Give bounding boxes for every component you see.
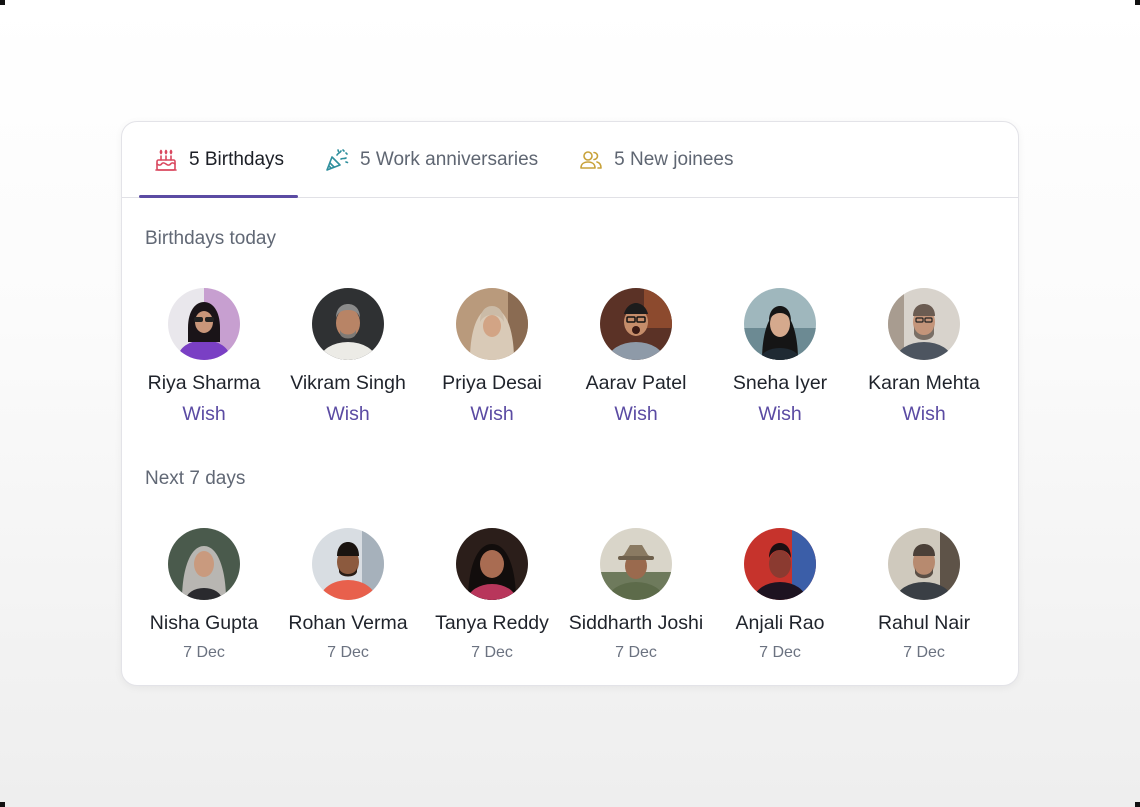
person-name: Nisha Gupta <box>149 612 259 634</box>
person-card: Rahul Nair 7 Dec <box>852 528 996 662</box>
avatar[interactable] <box>456 288 528 360</box>
person-card: Aarav Patel Wish <box>564 288 708 426</box>
avatar[interactable] <box>456 528 528 600</box>
wish-button[interactable]: Wish <box>614 403 657 426</box>
tab-new-joinees[interactable]: 5 New joinees <box>564 122 747 197</box>
tab-label: 5 New joinees <box>614 148 734 170</box>
celebrations-card: 5 Birthdays 5 Work anniversaries 5 New j… <box>121 121 1019 686</box>
person-name: Tanya Reddy <box>435 612 549 634</box>
avatar[interactable] <box>888 288 960 360</box>
avatar[interactable] <box>312 288 384 360</box>
person-name: Rahul Nair <box>877 612 971 634</box>
person-card: Priya Desai Wish <box>420 288 564 426</box>
avatar[interactable] <box>168 528 240 600</box>
person-name: Vikram Singh <box>290 372 406 394</box>
person-name: Sneha Iyer <box>732 372 828 394</box>
avatar[interactable] <box>744 288 816 360</box>
today-list: Riya Sharma Wish Vikram Singh Wish Priya… <box>132 288 1008 426</box>
tab-label: 5 Work anniversaries <box>360 148 539 170</box>
upcoming-list: Nisha Gupta 7 Dec Rohan Verma 7 Dec Tany… <box>132 528 1008 662</box>
birthday-date: 7 Dec <box>183 644 225 661</box>
birthday-date: 7 Dec <box>903 644 945 661</box>
person-name: Rohan Verma <box>288 612 408 634</box>
party-popper-icon <box>324 147 350 173</box>
person-card: Tanya Reddy 7 Dec <box>420 528 564 662</box>
users-icon <box>578 147 604 173</box>
birthday-date: 7 Dec <box>327 644 369 661</box>
avatar[interactable] <box>312 528 384 600</box>
person-card: Anjali Rao 7 Dec <box>708 528 852 662</box>
person-card: Siddharth Joshi 7 Dec <box>564 528 708 662</box>
person-name: Siddharth Joshi <box>568 612 704 634</box>
person-card: Karan Mehta Wish <box>852 288 996 426</box>
cake-icon <box>153 147 179 173</box>
birthday-date: 7 Dec <box>471 644 513 661</box>
person-card: Vikram Singh Wish <box>276 288 420 426</box>
wish-button[interactable]: Wish <box>902 403 945 426</box>
person-name: Aarav Patel <box>585 372 687 394</box>
wish-button[interactable]: Wish <box>326 403 369 426</box>
tab-label: 5 Birthdays <box>189 148 285 170</box>
person-name: Riya Sharma <box>147 372 261 394</box>
wish-button[interactable]: Wish <box>182 403 225 426</box>
avatar[interactable] <box>888 528 960 600</box>
section-title-today: Birthdays today <box>145 228 276 249</box>
person-card: Rohan Verma 7 Dec <box>276 528 420 662</box>
avatar[interactable] <box>744 528 816 600</box>
corner-mark <box>0 0 5 5</box>
person-card: Riya Sharma Wish <box>132 288 276 426</box>
person-name: Karan Mehta <box>868 372 980 394</box>
avatar[interactable] <box>168 288 240 360</box>
tab-work-anniversaries[interactable]: 5 Work anniversaries <box>310 122 552 197</box>
corner-mark <box>1135 802 1140 807</box>
person-card: Nisha Gupta 7 Dec <box>132 528 276 662</box>
person-name: Priya Desai <box>442 372 542 394</box>
person-card: Sneha Iyer Wish <box>708 288 852 426</box>
wish-button[interactable]: Wish <box>758 403 801 426</box>
avatar[interactable] <box>600 528 672 600</box>
section-title-upcoming: Next 7 days <box>145 468 246 489</box>
person-name: Anjali Rao <box>735 612 825 634</box>
wish-button[interactable]: Wish <box>470 403 513 426</box>
birthday-date: 7 Dec <box>759 644 801 661</box>
birthday-date: 7 Dec <box>615 644 657 661</box>
avatar[interactable] <box>600 288 672 360</box>
corner-mark <box>1135 0 1140 5</box>
tab-birthdays[interactable]: 5 Birthdays <box>139 122 299 198</box>
tab-bar: 5 Birthdays 5 Work anniversaries 5 New j… <box>122 122 1018 198</box>
corner-mark <box>0 802 5 807</box>
